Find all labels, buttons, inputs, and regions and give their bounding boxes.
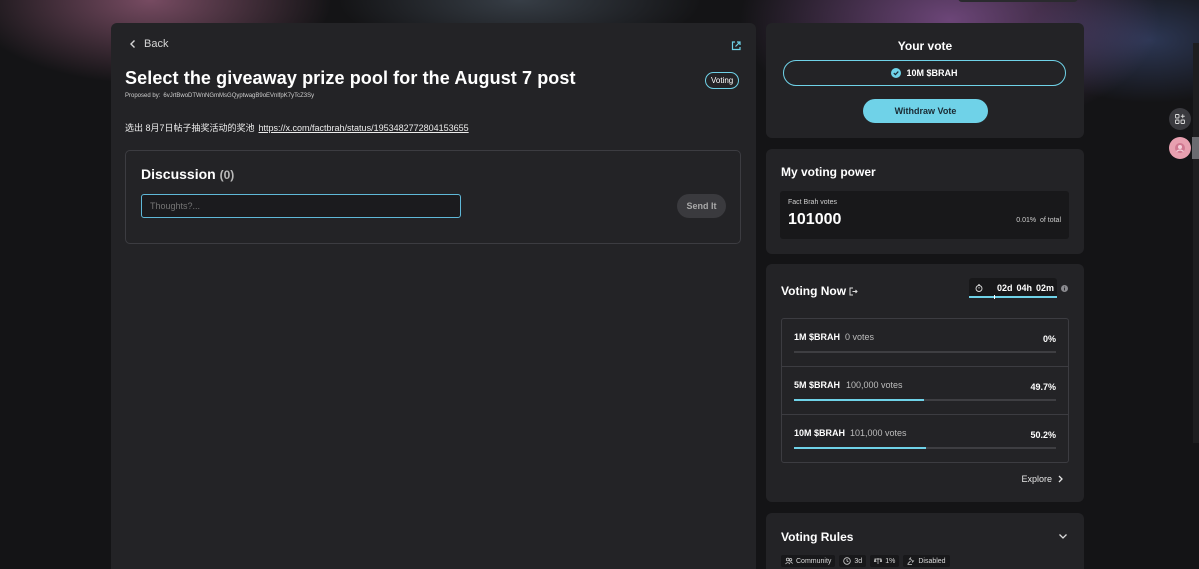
option-progress-track	[794, 447, 1056, 449]
discussion-box: Discussion (0) Send It	[125, 150, 741, 244]
rule-tag-label: Disabled	[918, 557, 946, 565]
voting-power-label: Fact Brah votes	[788, 199, 838, 206]
gavel-icon	[907, 557, 915, 565]
voting-power-box: Fact Brah votes 101000 0.01% of total	[780, 191, 1069, 239]
scrollbar[interactable]	[1193, 43, 1199, 443]
discussion-title-text: Discussion	[141, 166, 216, 182]
rule-tag-community: Community	[781, 555, 836, 567]
option-progress-track	[794, 399, 1056, 401]
selected-choice: 10M $BRAH	[783, 60, 1066, 86]
voting-power-title: My voting power	[781, 165, 876, 179]
check-circle-icon	[891, 68, 902, 78]
your-vote-panel: Your vote 10M $BRAH Withdraw Vote	[766, 23, 1084, 138]
timer-days: 02d	[997, 283, 1013, 293]
option-percent: 49.7%	[1030, 382, 1056, 392]
option-percent: 50.2%	[1030, 430, 1056, 440]
vote-option[interactable]: 5M $BRAH 100,000 votes 49.7%	[782, 367, 1068, 415]
send-button[interactable]: Send It	[677, 194, 726, 218]
rule-tag-quorum: 1%	[870, 555, 900, 567]
exit-icon[interactable]	[849, 287, 858, 296]
grid-plus-icon	[1175, 114, 1185, 124]
withdraw-vote-button[interactable]: Withdraw Vote	[863, 99, 988, 123]
your-vote-title: Your vote	[897, 39, 953, 53]
voting-power-pct-suffix: of total	[1039, 217, 1061, 224]
timer-progress	[969, 296, 1057, 298]
vote-options: 1M $BRAH 0 votes 0% 5M $BRAH 100,000 vot…	[781, 318, 1069, 463]
tweet-link[interactable]: https://x.com/factbrah/status/1953482772…	[259, 123, 469, 133]
rule-tag-duration: 3d	[839, 555, 867, 567]
scale-icon	[874, 557, 883, 564]
option-progress-fill	[794, 399, 925, 401]
explore-link[interactable]: Explore	[1021, 474, 1064, 484]
top-bar-pill	[958, 0, 1078, 2]
rule-tag-label: 3d	[854, 557, 863, 565]
rule-tag-label: Community	[796, 557, 832, 565]
option-percent: 0%	[1042, 334, 1056, 344]
timer-hours: 04h	[1016, 283, 1033, 293]
description-text: 选出 8月7日帖子抽奖活动的奖池	[125, 123, 255, 133]
back-button[interactable]: Back	[128, 38, 168, 50]
voting-power-value: 101000	[788, 211, 842, 228]
voting-rules-title: Voting Rules	[781, 530, 854, 544]
proposer-address[interactable]: 6vJrtBwoDTWnNGmMsGQyptwagB9oEVnlfpK7yTcZ…	[163, 93, 314, 99]
option-votes: 0 votes	[845, 332, 875, 342]
info-icon[interactable]	[1061, 285, 1068, 292]
clock-icon	[843, 557, 852, 565]
vote-option[interactable]: 10M $BRAH 101,000 votes 50.2%	[782, 415, 1068, 463]
rule-tag-label: 1%	[885, 557, 896, 565]
comment-input[interactable]	[141, 194, 461, 218]
page-title: Select the giveaway prize pool for the A…	[125, 68, 576, 88]
proposer-prefix: Proposed by:	[125, 93, 161, 99]
option-votes: 101,000 votes	[850, 428, 907, 438]
avatar[interactable]	[1169, 137, 1191, 159]
rule-tags: Community 3d 1% Disabled	[781, 555, 950, 567]
voting-now-panel: Voting Now 02d 04h 02m 1M $BRAH 0 votes …	[766, 264, 1084, 502]
voting-power-pct: 0.01%	[1016, 217, 1037, 224]
external-link-icon[interactable]	[730, 40, 742, 52]
explore-label: Explore	[1021, 474, 1052, 484]
selected-choice-label: 10M $BRAH	[906, 68, 958, 78]
timer-minutes: 02m	[1036, 283, 1055, 293]
side-panel-tab[interactable]	[1192, 137, 1199, 159]
timer-progress-marker	[994, 295, 995, 299]
extension-button[interactable]	[1169, 108, 1191, 130]
voting-now-title: Voting Now	[781, 284, 858, 298]
proposal-description: 选出 8月7日帖子抽奖活动的奖池 https://x.com/factbrah/s…	[125, 121, 469, 134]
proposal-panel: Back Select the giveaway prize pool for …	[111, 23, 756, 569]
countdown-timer: 02d 04h 02m	[969, 278, 1057, 299]
option-label: 1M $BRAH	[794, 332, 841, 342]
chevron-down-icon[interactable]	[1058, 533, 1068, 540]
status-badge: Voting	[705, 72, 740, 89]
avatar-icon	[1175, 143, 1185, 153]
option-progress-fill	[794, 447, 926, 449]
timer-icon	[975, 284, 983, 292]
option-votes: 100,000 votes	[846, 380, 903, 390]
chevron-right-icon	[1058, 475, 1063, 483]
vote-option[interactable]: 1M $BRAH 0 votes 0%	[782, 319, 1068, 367]
chevron-left-icon	[130, 40, 135, 48]
people-icon	[785, 557, 793, 565]
discussion-title: Discussion (0)	[141, 166, 234, 182]
voting-power-share: 0.01% of total	[1016, 217, 1061, 224]
back-label: Back	[144, 38, 169, 50]
option-progress-track	[794, 351, 1056, 353]
voting-rules-panel: Voting Rules Community 3d 1% Disabled	[766, 513, 1084, 569]
proposer-line: Proposed by: 6vJrtBwoDTWnNGmMsGQyptwagB9o…	[125, 93, 317, 99]
option-label: 10M $BRAH	[794, 428, 846, 438]
voting-power-panel: My voting power Fact Brah votes 101000 0…	[766, 149, 1084, 254]
rule-tag-veto: Disabled	[903, 555, 950, 567]
option-label: 5M $BRAH	[794, 380, 841, 390]
voting-now-title-text: Voting Now	[781, 284, 847, 298]
discussion-count: (0)	[219, 168, 235, 182]
